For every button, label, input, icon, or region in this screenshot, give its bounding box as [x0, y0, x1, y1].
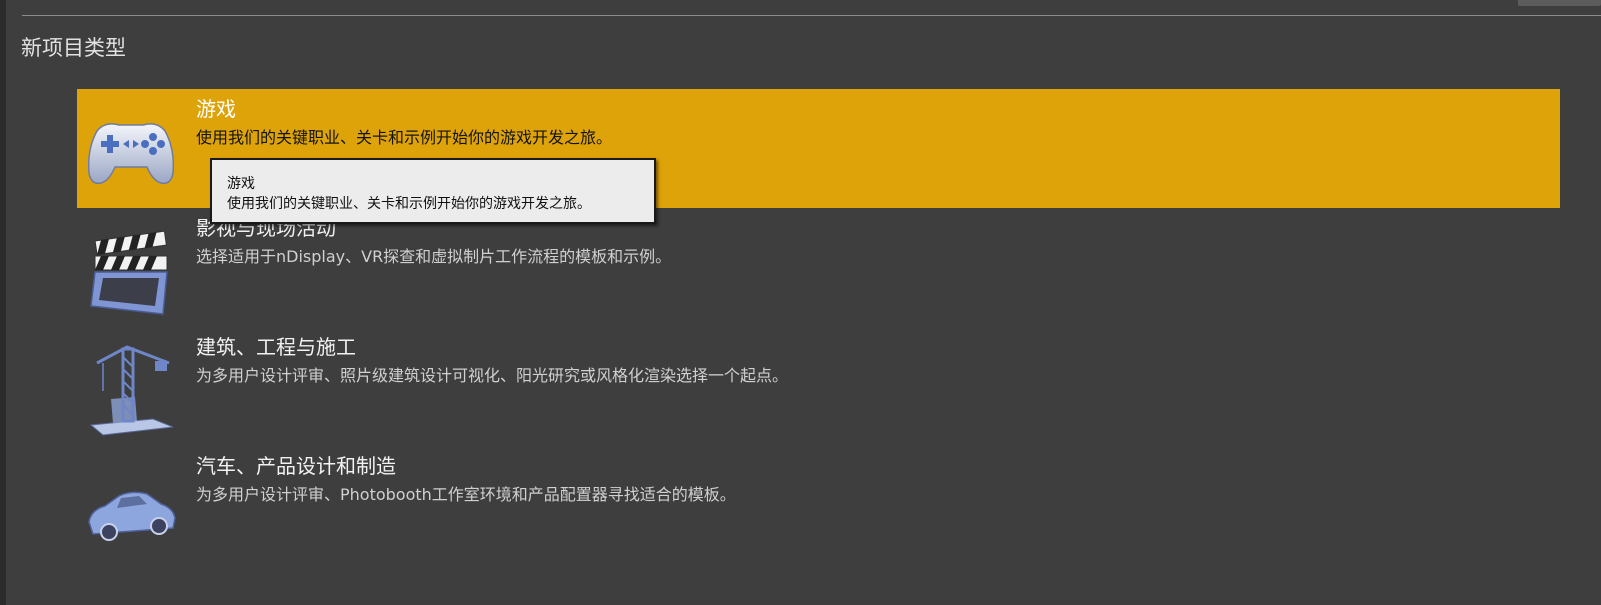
gamepad-icon	[87, 123, 175, 185]
category-tooltip: 游戏 使用我们的关键职业、关卡和示例开始你的游戏开发之旅。	[210, 158, 656, 224]
category-item-architecture[interactable]: 建筑、工程与施工 为多用户设计评审、照片级建筑设计可视化、阳光研究或风格化渲染选…	[77, 327, 1560, 446]
category-description: 为多用户设计评审、照片级建筑设计可视化、阳光研究或风格化渲染选择一个起点。	[196, 366, 789, 385]
section-title: 新项目类型	[21, 36, 126, 60]
category-title: 游戏	[196, 97, 236, 121]
clapperboard-icon	[90, 230, 168, 315]
tooltip-description: 使用我们的关键职业、关卡和示例开始你的游戏开发之旅。	[227, 196, 591, 212]
category-title: 汽车、产品设计和制造	[196, 454, 396, 478]
category-item-automotive[interactable]: 汽车、产品设计和制造 为多用户设计评审、Photobooth工作室环境和产品配置…	[77, 446, 1560, 565]
scrollbar-thumb[interactable]	[1518, 0, 1601, 6]
category-description: 选择适用于nDisplay、VR探查和虚拟制片工作流程的模板和示例。	[196, 247, 672, 266]
panel-left-edge	[0, 0, 6, 605]
project-category-panel: 新项目类型 游戏 使用我们的关键职业、关卡和示例开始你的游戏开发之旅。 影视与现…	[0, 0, 1601, 605]
divider	[22, 15, 1601, 16]
category-title: 建筑、工程与施工	[196, 335, 356, 359]
crane-icon	[89, 345, 174, 436]
category-description: 使用我们的关键职业、关卡和示例开始你的游戏开发之旅。	[196, 128, 613, 147]
car-icon	[88, 491, 176, 541]
tooltip-title: 游戏	[227, 176, 255, 192]
category-item-film[interactable]: 影视与现场活动 选择适用于nDisplay、VR探查和虚拟制片工作流程的模板和示…	[77, 208, 1560, 327]
category-description: 为多用户设计评审、Photobooth工作室环境和产品配置器寻找适合的模板。	[196, 485, 736, 504]
